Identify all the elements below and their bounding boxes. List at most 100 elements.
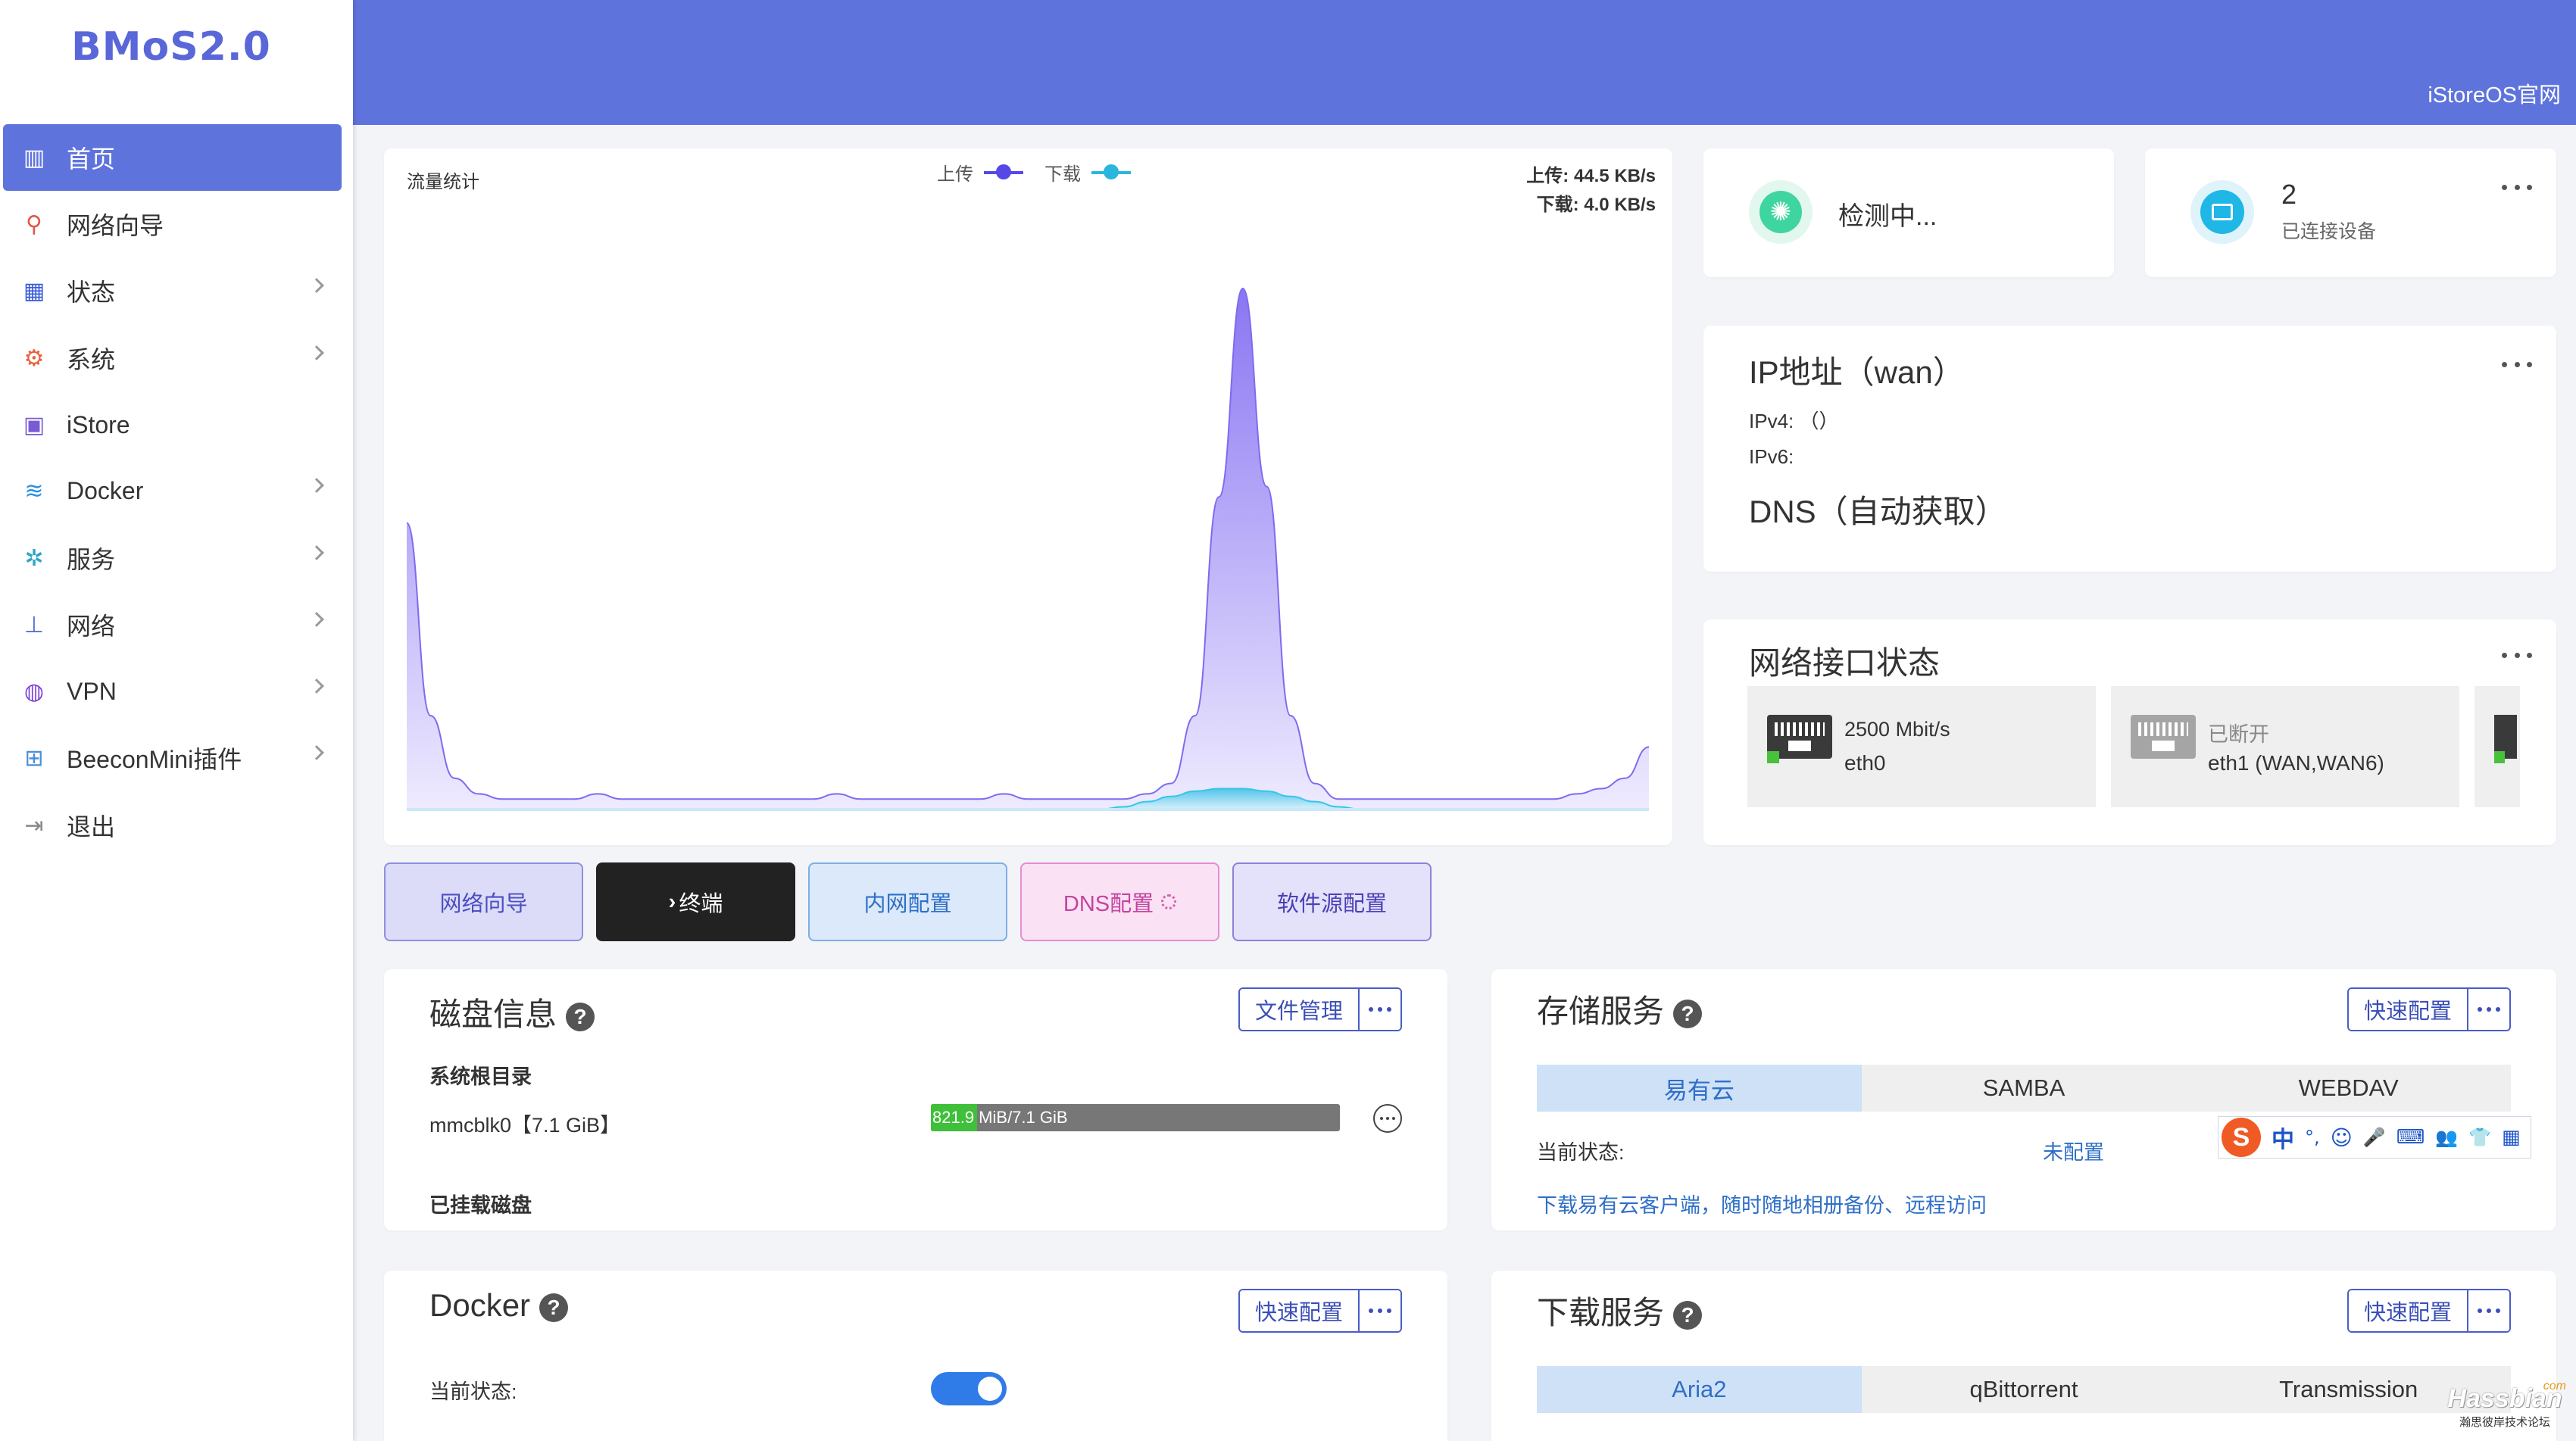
docker-quick-config-button[interactable]: 快速配置 — [1239, 1290, 1358, 1331]
docker-more-button[interactable] — [1358, 1290, 1400, 1331]
chevron-right-icon — [309, 545, 324, 560]
quick-dns-config-button[interactable]: DNS配置 — [1020, 862, 1219, 941]
sidebar-item-network[interactable]: ⊥ 网络 — [3, 591, 342, 658]
legend-download-label[interactable]: 下载 — [1044, 159, 1081, 186]
disk-more-button[interactable] — [1358, 989, 1400, 1030]
iface-more-button[interactable] — [2502, 650, 2532, 660]
storage-title: 存储服务 — [1537, 993, 1665, 1029]
ime-skin-icon[interactable]: 👕 — [2468, 1127, 2491, 1148]
sidebar-item-beeconmini-plugins[interactable]: ⊞ BeeconMini插件 — [3, 725, 342, 791]
sidebar-item-label: 网络 — [67, 613, 116, 640]
devices-icon — [2190, 180, 2254, 244]
plugin-blocks-icon: ⊞ — [24, 744, 44, 772]
tab-aria2[interactable]: Aria2 — [1537, 1366, 1862, 1413]
ime-keyboard-icon[interactable]: ⌨ — [2396, 1126, 2425, 1149]
ip-address-card: IP地址（wan） IPv4: （） IPv6: DNS（自动获取） — [1703, 326, 2556, 572]
download-title: 下载服务 — [1537, 1295, 1665, 1330]
home-dashboard-icon: ▥ — [23, 144, 45, 171]
port-eth1-speed: 已断开 — [2208, 723, 2269, 746]
sidebar-item-services[interactable]: ✲ 服务 — [3, 525, 342, 591]
sidebar: BMoS2.0 ▥ 首页 ⚲ 网络向导 ▦ 状态 ⚙ 系统 ▣ iStore ≋ Docker ✲ 服务 ⊥… — [0, 0, 353, 1441]
port-eth1[interactable]: 已断开 eth1 (WAN,WAN6) — [2111, 686, 2459, 807]
ime-toolbar[interactable]: S 中 °, ☺ 🎤 ⌨ 👥 👕 ▦ — [2218, 1116, 2531, 1159]
sidebar-item-vpn[interactable]: ◍ VPN — [3, 658, 342, 725]
istoreos-website-link[interactable]: iStoreOS官网 — [2428, 77, 2561, 109]
mounted-disk-heading: 已挂载磁盘 — [429, 1194, 532, 1217]
sidebar-item-docker[interactable]: ≋ Docker — [3, 457, 342, 524]
disk-help-icon[interactable]: ? — [566, 1002, 595, 1031]
ime-voice-icon[interactable]: 🎤 — [2363, 1127, 2386, 1148]
port-partial[interactable] — [2475, 686, 2520, 807]
quick-button-label: 终端 — [679, 892, 723, 916]
disk-title: 磁盘信息 — [429, 997, 557, 1032]
ime-punctuation-icon[interactable]: °, — [2305, 1127, 2320, 1148]
sidebar-item-home[interactable]: ▥ 首页 — [3, 124, 342, 191]
ime-chinese-mode[interactable]: 中 — [2272, 1121, 2294, 1154]
sidebar-item-network-wizard[interactable]: ⚲ 网络向导 — [3, 191, 342, 257]
sidebar-item-label: iStore — [67, 410, 130, 438]
ime-logo-icon[interactable]: S — [2222, 1118, 2261, 1157]
store-bag-icon: ▣ — [23, 411, 45, 438]
storage-more-button[interactable] — [2467, 989, 2509, 1030]
root-disk-usage-bar: 821.9 MiB/7.1 GiB — [931, 1104, 1340, 1131]
watermark-tag: com — [2543, 1380, 2566, 1393]
chevron-right-icon — [309, 478, 324, 493]
download-help-icon[interactable]: ? — [1673, 1300, 1703, 1330]
ipv6-value: IPv6: — [1749, 445, 1794, 468]
tab-qbittorrent[interactable]: qBittorrent — [1862, 1366, 2187, 1413]
devices-more-button[interactable] — [2502, 182, 2532, 192]
docker-enable-toggle[interactable] — [931, 1372, 1007, 1405]
dns-value: DNS（自动获取） — [1749, 494, 2007, 529]
quick-terminal-button[interactable]: › 终端 — [596, 862, 795, 941]
storage-title-row: 存储服务? — [1537, 986, 1703, 1032]
sidebar-item-label: 系统 — [67, 346, 116, 373]
docker-title: Docker — [429, 1287, 531, 1323]
iface-port-list[interactable]: 2500 Mbit/s eth0 已断开 eth1 (WAN,WAN6) — [1747, 686, 2520, 807]
download-more-button[interactable] — [2467, 1290, 2509, 1331]
tab-samba[interactable]: SAMBA — [1862, 1065, 2187, 1112]
connected-devices-card[interactable]: 2 已连接设备 — [2145, 148, 2556, 277]
sidebar-item-label: 网络向导 — [67, 212, 164, 239]
legend-upload-label[interactable]: 上传 — [937, 159, 973, 186]
docker-button-group: 快速配置 — [1238, 1289, 1402, 1333]
chevron-right-icon — [309, 678, 324, 694]
sidebar-item-logout[interactable]: ⇥ 退出 — [3, 792, 342, 859]
download-rate: 下载: 4.0 KB/s — [1536, 195, 1656, 215]
sidebar-item-label: VPN — [67, 677, 117, 705]
chevron-right-icon — [309, 612, 324, 627]
sidebar-item-label: BeeconMini插件 — [67, 746, 242, 773]
disk-info-card: 磁盘信息? 文件管理 系统根目录 mmcblk0【7.1 GiB】 821.9 … — [384, 969, 1447, 1230]
port-eth0-name: eth0 — [1844, 751, 1886, 775]
port-eth0[interactable]: 2500 Mbit/s eth0 — [1747, 686, 2096, 807]
internet-check-card[interactable]: ✺ 检测中... — [1703, 148, 2114, 277]
download-quick-config-button[interactable]: 快速配置 — [2348, 1290, 2467, 1331]
network-tree-icon: ⊥ — [23, 611, 45, 638]
storage-help-icon[interactable]: ? — [1673, 999, 1703, 1028]
tab-yiyouyun[interactable]: 易有云 — [1537, 1065, 1862, 1112]
tab-webdav[interactable]: WEBDAV — [2186, 1065, 2511, 1112]
storage-quick-config-button[interactable]: 快速配置 — [2348, 989, 2467, 1030]
docker-card: Docker? 快速配置 当前状态: — [384, 1271, 1447, 1441]
quick-lan-config-button[interactable]: 内网配置 — [808, 862, 1007, 941]
iface-card-title: 网络接口状态 — [1749, 645, 1941, 681]
file-manage-button[interactable]: 文件管理 — [1239, 989, 1358, 1030]
storage-button-group: 快速配置 — [2347, 987, 2511, 1031]
docker-help-icon[interactable]: ? — [539, 1293, 569, 1322]
disk-row-more-icon[interactable] — [1373, 1104, 1402, 1133]
app-logo[interactable]: BMoS2.0 — [0, 24, 342, 70]
quick-network-wizard-button[interactable]: 网络向导 — [384, 862, 583, 941]
sidebar-item-label: 退出 — [67, 813, 116, 841]
devices-label: 已连接设备 — [2281, 221, 2377, 242]
ime-emoji-icon[interactable]: ☺ — [2331, 1125, 2353, 1150]
yiyouyun-download-link[interactable]: 下载易有云客户端，随时随地相册备份、远程访问 — [1537, 1189, 1987, 1218]
ime-users-icon[interactable]: 👥 — [2435, 1127, 2458, 1148]
ime-toolbox-icon[interactable]: ▦ — [2502, 1126, 2521, 1149]
download-service-card: 下载服务? 快速配置 Aria2 qBittorrent Transmissio… — [1491, 1271, 2556, 1441]
port-eth0-speed: 2500 Mbit/s — [1844, 718, 1950, 741]
sidebar-item-istore[interactable]: ▣ iStore — [3, 391, 342, 458]
devices-count: 2 — [2281, 179, 2297, 210]
quick-software-source-button[interactable]: 软件源配置 — [1232, 862, 1432, 941]
sidebar-item-system[interactable]: ⚙ 系统 — [3, 325, 342, 391]
ip-more-button[interactable] — [2502, 359, 2532, 370]
sidebar-item-status[interactable]: ▦ 状态 — [3, 257, 342, 324]
